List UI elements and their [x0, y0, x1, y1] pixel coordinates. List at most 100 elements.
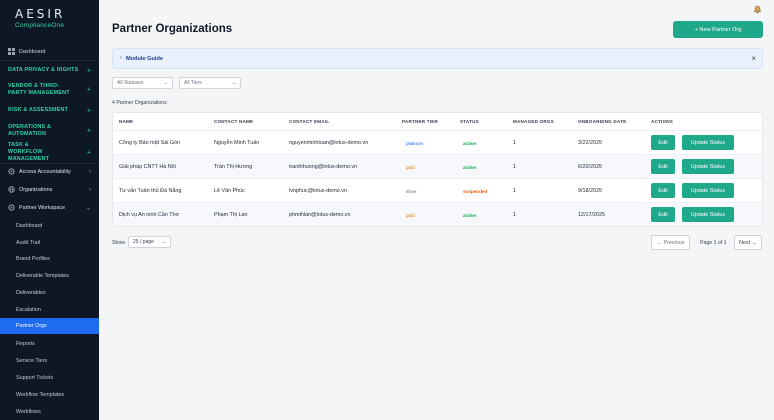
sidebar-subitem-partner-orgs[interactable]: Partner Orgs [0, 318, 99, 334]
managed-orgs: 1 [513, 140, 516, 146]
section-label: OPERATIONS & AUTOMATION [8, 123, 52, 137]
column-header-status: STATUS [460, 119, 479, 124]
show-label: Show [112, 240, 125, 246]
chevron-right-icon: › [89, 186, 91, 193]
table-row: Dịch vụ An ninh Cần Thơ Phạm Thị Lan phm… [113, 202, 762, 226]
edit-button[interactable]: Edit [651, 183, 675, 198]
org-name: Tư vấn Tuân thủ Đà Nẵng [119, 188, 182, 194]
logo[interactable]: AESIR ComplianceOne [15, 7, 65, 29]
status-badge: suspended [463, 189, 488, 194]
tier-filter-select[interactable]: All Tiers ⌄ [179, 77, 241, 89]
logo-subtitle: ComplianceOne [15, 22, 65, 29]
plus-icon: + [86, 67, 91, 74]
edit-button[interactable]: Edit [651, 207, 675, 222]
chevron-down-icon: ⌄ [231, 80, 236, 86]
status-filter-value: All Statuses [117, 80, 144, 86]
results-count: 4 Partner Organizations [112, 100, 167, 106]
section-label: TASK & WORKFLOW MANAGEMENT [8, 142, 50, 162]
contact-name: Nguyễn Minh Tuấn [214, 140, 260, 146]
org-name: Công ty Bảo mật Sài Gòn [119, 140, 181, 146]
onboarding-date: 9/18/2025 [578, 188, 602, 194]
gear-icon [8, 204, 15, 211]
sidebar-item-access-accountability[interactable]: Access Accountability › [0, 167, 99, 176]
sidebar-item-organizations[interactable]: Organizations › [0, 185, 99, 194]
sidebar-item-label: Deliverable Templates [16, 272, 69, 279]
column-header-partner-tier: PARTNER TIER [402, 119, 439, 124]
status-filter-select[interactable]: All Statuses ⌄ [112, 77, 173, 89]
update-status-button[interactable]: Update Status [682, 135, 734, 150]
org-name: Giải pháp CNTT Hà Nội [119, 164, 176, 170]
sidebar-subitem-workflows[interactable]: Workflows [0, 407, 99, 416]
sidebar-item-label: Dashboard [19, 48, 46, 55]
plus-icon: + [86, 86, 91, 93]
sidebar-subitem-deliverable-templates[interactable]: Deliverable Templates [0, 271, 99, 280]
sidebar-subitem-support-tickets[interactable]: Support Tickets [0, 373, 99, 382]
sidebar-subitem-reports[interactable]: Reports [0, 339, 99, 348]
partner-orgs-table: NAME CONTACT NAME CONTACT EMAIL PARTNER … [112, 112, 763, 227]
sidebar-divider [0, 163, 99, 164]
sidebar-item-label: Brand Profiles [16, 255, 50, 262]
section-label: DATA PRIVACY & RIGHTS [8, 67, 79, 73]
module-guide-label: Module Guide [126, 56, 163, 62]
partner-tier: gold [406, 165, 415, 170]
managed-orgs: 1 [513, 164, 516, 170]
sidebar-section-data-privacy[interactable]: DATA PRIVACY & RIGHTS + [0, 66, 99, 75]
sidebar-item-label: Audit Trail [16, 239, 40, 246]
sidebar-subitem-service-tiers[interactable]: Service Tiers [0, 356, 99, 365]
chevron-down-icon: ⌄ [163, 80, 168, 86]
contact-email: phmthlan@lotus-demo.vn [289, 212, 351, 218]
column-header-contact-email: CONTACT EMAIL [289, 119, 330, 124]
close-icon[interactable]: × [751, 54, 756, 63]
new-partner-org-button[interactable]: + New Partner Org [673, 21, 763, 38]
sidebar-section-risk[interactable]: RISK & ASSESSMENT + [0, 106, 99, 115]
column-header-actions: ACTIONS [651, 119, 674, 124]
sidebar-section-vendor[interactable]: VENDOR & THIRD-PARTY MANAGEMENT + [0, 82, 99, 97]
sidebar-subitem-brand-profiles[interactable]: Brand Profiles [0, 254, 99, 263]
module-guide-banner[interactable]: › Module Guide × [112, 48, 763, 69]
contact-email: tranthhuong@lotus-demo.vn [289, 164, 358, 170]
sidebar-subitem-workflow-templates[interactable]: Workflow Templates [0, 390, 99, 399]
previous-page-button[interactable]: ← Previous [651, 235, 690, 250]
managed-orgs: 1 [513, 188, 516, 194]
page-title: Partner Organizations [112, 23, 233, 35]
contact-name: Trần Thị Hương [214, 164, 253, 170]
update-status-button[interactable]: Update Status [682, 159, 734, 174]
column-header-contact-name: CONTACT NAME [214, 119, 254, 124]
gear-icon [8, 168, 15, 175]
update-status-button[interactable]: Update Status [682, 207, 734, 222]
sidebar-item-partner-workspace[interactable]: Partner Workspace ⌄ [0, 203, 99, 212]
section-label: VENDOR & THIRD-PARTY MANAGEMENT [8, 82, 70, 96]
org-name: Dịch vụ An ninh Cần Thơ [119, 212, 180, 218]
partner-tier: gold [406, 213, 415, 218]
sidebar-subitem-escalation[interactable]: Escalation [0, 305, 99, 314]
per-page-select[interactable]: 25 / page ⌄ [128, 236, 171, 248]
plus-icon: + [86, 149, 91, 156]
managed-orgs: 1 [513, 212, 516, 218]
sidebar-subitem-audit-trail[interactable]: Audit Trail [0, 238, 99, 247]
column-header-onboarding-date: ONBOARDING DATE [578, 119, 627, 124]
sidebar-subitem-dashboard[interactable]: Dashboard [0, 221, 99, 230]
chevron-down-icon: ⌄ [85, 205, 91, 211]
contact-name: Lê Văn Phúc [214, 188, 245, 194]
next-page-button[interactable]: Next → [734, 235, 762, 250]
edit-button[interactable]: Edit [651, 135, 675, 150]
sidebar-item-dashboard[interactable]: Dashboard [0, 47, 99, 56]
sidebar-section-task[interactable]: TASK & WORKFLOW MANAGEMENT + [0, 142, 99, 162]
column-header-managed-orgs: MANAGED ORGS [513, 119, 554, 124]
sidebar-item-label: Dashboard [16, 222, 43, 229]
sidebar: AESIR ComplianceOne Dashboard DATA PRIVA… [0, 0, 99, 420]
update-status-button[interactable]: Update Status [682, 183, 734, 198]
edit-button[interactable]: Edit [651, 159, 675, 174]
bell-icon[interactable] [753, 5, 762, 16]
sidebar-subitem-deliverables[interactable]: Deliverables [0, 288, 99, 297]
sidebar-section-operations[interactable]: OPERATIONS & AUTOMATION + [0, 123, 99, 138]
tier-filter-value: All Tiers [184, 80, 202, 86]
sidebar-divider [0, 60, 99, 61]
sidebar-item-label: Access Accountability [19, 168, 71, 175]
partner-tier: silver [406, 189, 417, 194]
chevron-down-icon: ⌄ [161, 239, 166, 245]
sidebar-item-label: Reports [16, 340, 35, 347]
plus-icon: + [86, 127, 91, 134]
status-badge: active [463, 141, 477, 146]
grid-icon [8, 48, 15, 55]
